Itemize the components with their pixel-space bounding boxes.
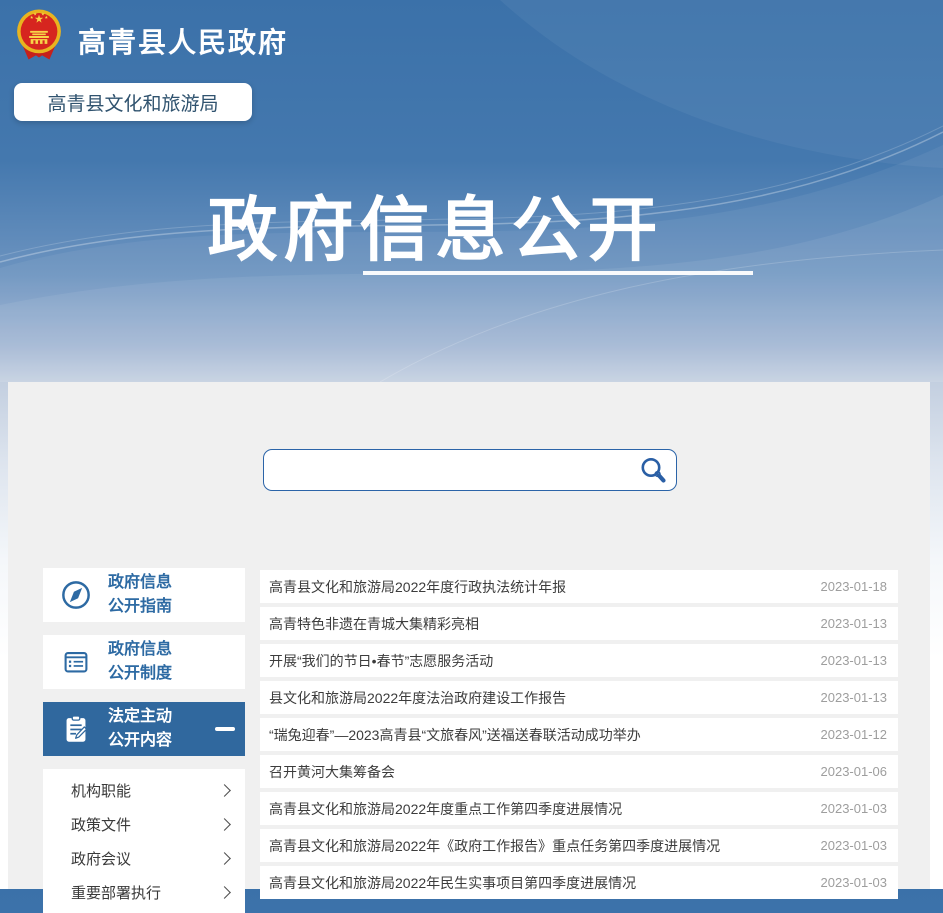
subitem-label: 政府会议 [71, 848, 131, 869]
article-row[interactable]: 高青县文化和旅游局2022年度行政执法统计年报 2023-01-18 [260, 570, 898, 603]
article-row[interactable]: 高青县文化和旅游局2022年民生实事项目第四季度进展情况 2023-01-03 [260, 866, 898, 899]
sidebar-item-label: 政府信息 公开指南 [108, 571, 172, 619]
article-row[interactable]: 高青特色非遗在青城大集精彩亮相 2023-01-13 [260, 607, 898, 640]
compass-icon [59, 578, 93, 612]
article-row[interactable]: 开展“我们的节日•春节”志愿服务活动 2023-01-13 [260, 644, 898, 677]
article-title[interactable]: 高青县文化和旅游局2022年度重点工作第四季度进展情况 [269, 799, 622, 819]
article-title[interactable]: 召开黄河大集筹备会 [269, 762, 395, 782]
article-date: 2023-01-13 [809, 616, 888, 631]
sidebar-item-label: 法定主动 公开内容 [108, 705, 172, 753]
page-title: 政府信息公开 [183, 174, 688, 275]
search-button[interactable] [636, 453, 670, 487]
search-box[interactable] [263, 449, 677, 491]
collapse-minus-icon[interactable] [215, 727, 235, 731]
chevron-right-icon [218, 852, 231, 865]
article-row[interactable]: 县文化和旅游局2022年度法治政府建设工作报告 2023-01-13 [260, 681, 898, 714]
sidebar: 政府信息 公开指南 政府信息 公开制度 [43, 568, 245, 913]
subitem-label: 重要部署执行 [71, 882, 161, 903]
article-row[interactable]: “瑞兔迎春”—2023高青县“文旅春风”送福送春联活动成功举办 2023-01-… [260, 718, 898, 751]
sidebar-item-statutory-disclosure[interactable]: 法定主动 公开内容 [43, 702, 245, 756]
article-list: 高青县文化和旅游局2022年度行政执法统计年报 2023-01-18 高青特色非… [260, 570, 898, 903]
sidebar-subitem-gov-meetings[interactable]: 政府会议 [43, 841, 245, 875]
search-icon [638, 455, 668, 485]
national-emblem-logo [15, 6, 63, 63]
content-panel: 政府信息 公开指南 政府信息 公开制度 [8, 382, 930, 889]
department-badge-button[interactable]: 高青县文化和旅游局 [14, 83, 252, 121]
subitem-label: 机构职能 [71, 780, 131, 801]
sidebar-subitem-key-deployment[interactable]: 重要部署执行 [43, 875, 245, 909]
article-title[interactable]: 高青县文化和旅游局2022年《政府工作报告》重点任务第四季度进展情况 [269, 836, 720, 856]
chevron-right-icon [218, 818, 231, 831]
title-underline [363, 271, 753, 275]
sidebar-item-label: 政府信息 公开制度 [108, 638, 172, 686]
article-date: 2023-01-03 [809, 838, 888, 853]
article-row[interactable]: 高青县文化和旅游局2022年度重点工作第四季度进展情况 2023-01-03 [260, 792, 898, 825]
article-row[interactable]: 高青县文化和旅游局2022年《政府工作报告》重点任务第四季度进展情况 2023-… [260, 829, 898, 862]
article-date: 2023-01-12 [809, 727, 888, 742]
article-title[interactable]: 县文化和旅游局2022年度法治政府建设工作报告 [269, 688, 566, 708]
article-title[interactable]: 高青特色非遗在青城大集精彩亮相 [269, 614, 479, 634]
sidebar-submenu: 机构职能 政策文件 政府会议 重要部署执行 [43, 769, 245, 913]
article-date: 2023-01-06 [809, 764, 888, 779]
subitem-label: 政策文件 [71, 814, 131, 835]
article-date: 2023-01-18 [809, 579, 888, 594]
sidebar-subitem-policy-files[interactable]: 政策文件 [43, 807, 245, 841]
article-title[interactable]: 开展“我们的节日•春节”志愿服务活动 [269, 651, 493, 671]
article-title[interactable]: “瑞兔迎春”—2023高青县“文旅春风”送福送春联活动成功举办 [269, 725, 641, 745]
chevron-right-icon [218, 886, 231, 899]
article-date: 2023-01-13 [809, 690, 888, 705]
sidebar-item-guide[interactable]: 政府信息 公开指南 [43, 568, 245, 622]
clipboard-pencil-icon [59, 712, 93, 746]
article-date: 2023-01-03 [809, 801, 888, 816]
site-title: 高青县人民政府 [78, 21, 288, 61]
article-row[interactable]: 召开黄河大集筹备会 2023-01-06 [260, 755, 898, 788]
article-date: 2023-01-13 [809, 653, 888, 668]
document-list-icon [59, 645, 93, 679]
chevron-right-icon [218, 784, 231, 797]
article-date: 2023-01-03 [809, 875, 888, 890]
search-input[interactable] [264, 450, 636, 490]
sidebar-subitem-functions[interactable]: 机构职能 [43, 773, 245, 807]
sidebar-item-system[interactable]: 政府信息 公开制度 [43, 635, 245, 689]
article-title[interactable]: 高青县文化和旅游局2022年度行政执法统计年报 [269, 577, 566, 597]
article-title[interactable]: 高青县文化和旅游局2022年民生实事项目第四季度进展情况 [269, 873, 636, 893]
